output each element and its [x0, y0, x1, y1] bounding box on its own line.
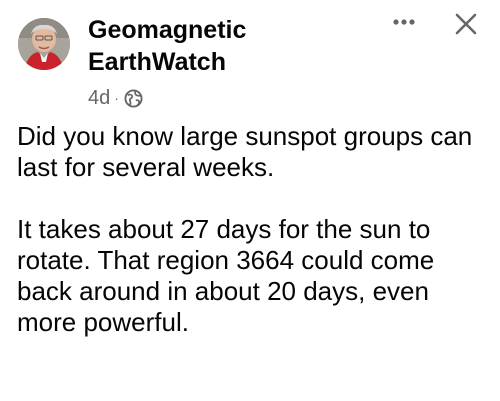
post-time[interactable]: 4d [88, 87, 110, 110]
post-body: Did you know large sunspot groups can la… [17, 121, 487, 338]
post-card: Geomagnetic EarthWatch 4d · Did you know… [0, 0, 500, 401]
more-options-icon [393, 19, 415, 25]
close-icon [455, 13, 477, 35]
close-button[interactable] [448, 6, 484, 42]
more-options-button[interactable] [384, 8, 424, 36]
avatar-photo [18, 18, 70, 70]
post-paragraph: It takes about 27 days for the sun to ro… [17, 214, 435, 337]
meta-separator: · [114, 90, 119, 106]
post-meta: 4d · [88, 86, 143, 110]
post-paragraph: Did you know large sunspot groups can la… [17, 121, 473, 182]
author-name[interactable]: Geomagnetic EarthWatch [88, 14, 348, 78]
globe-icon [124, 88, 143, 108]
avatar[interactable] [18, 18, 70, 70]
